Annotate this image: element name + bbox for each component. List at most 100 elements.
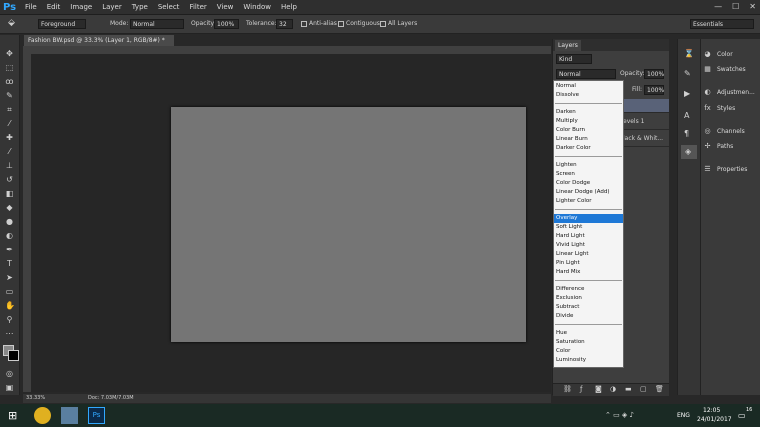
clock-time[interactable]: 12:05 bbox=[703, 407, 720, 414]
layers-icon[interactable]: ◈ bbox=[681, 145, 697, 159]
opacity-input[interactable]: 100% bbox=[214, 19, 239, 29]
maximize-button[interactable]: ☐ bbox=[732, 2, 739, 11]
menu-edit[interactable]: Edit bbox=[47, 3, 61, 11]
close-button[interactable]: ✕ bbox=[749, 2, 756, 11]
file-explorer-icon[interactable] bbox=[61, 407, 78, 424]
minimize-button[interactable]: — bbox=[714, 2, 722, 11]
path-selection-icon[interactable]: ➤ bbox=[5, 273, 14, 282]
paint-bucket-tool-icon[interactable]: ◆ bbox=[5, 203, 14, 212]
menu-select[interactable]: Select bbox=[158, 3, 180, 11]
blend-option-hard-light[interactable]: Hard Light bbox=[554, 232, 623, 241]
adjustment-layer-icon[interactable]: ◑ bbox=[610, 385, 616, 393]
antialias-checkbox[interactable] bbox=[301, 21, 307, 27]
blend-option-vivid-light[interactable]: Vivid Light bbox=[554, 241, 623, 250]
more-tools-icon[interactable]: ⋯ bbox=[5, 329, 14, 338]
tab-layers[interactable]: Layers bbox=[555, 40, 581, 51]
clone-stamp-icon[interactable]: ⊥ bbox=[5, 161, 14, 170]
language-indicator[interactable]: ENG bbox=[677, 412, 690, 419]
blend-option-divide[interactable]: Divide bbox=[554, 312, 623, 321]
eyedropper-tool-icon[interactable]: ⁄ bbox=[5, 119, 14, 128]
document-tab[interactable]: Fashion BW.psd @ 33.3% (Layer 1, RGB/8#)… bbox=[24, 35, 174, 46]
blend-option-pin-light[interactable]: Pin Light bbox=[554, 259, 623, 268]
fill-source-select[interactable]: Foreground bbox=[38, 19, 86, 29]
mode-select[interactable]: Normal bbox=[130, 19, 184, 29]
blend-option-color-burn[interactable]: Color Burn bbox=[554, 126, 623, 135]
menu-help[interactable]: Help bbox=[281, 3, 297, 11]
screen-mode-icon[interactable]: ▣ bbox=[5, 383, 14, 392]
blend-option-saturation[interactable]: Saturation bbox=[554, 338, 623, 347]
all-layers-checkbox[interactable] bbox=[380, 21, 386, 27]
chrome-icon[interactable] bbox=[34, 407, 51, 424]
blend-option-linear-dodge[interactable]: Linear Dodge (Add) bbox=[554, 188, 623, 197]
windows-start-icon[interactable]: ⊞ bbox=[8, 409, 17, 422]
tolerance-input[interactable]: 32 bbox=[276, 19, 293, 29]
blend-option-subtract[interactable]: Subtract bbox=[554, 303, 623, 312]
dock-item-channels[interactable]: ◎ Channels bbox=[703, 126, 759, 137]
workspace-select[interactable]: Essentials bbox=[690, 19, 754, 29]
blend-option-dissolve[interactable]: Dissolve bbox=[554, 91, 623, 100]
hand-tool-icon[interactable]: ✋ bbox=[5, 301, 15, 310]
dodge-tool-icon[interactable]: ◐ bbox=[5, 231, 14, 240]
pen-tool-icon[interactable]: ✒ bbox=[5, 245, 14, 254]
photoshop-taskbar-icon[interactable]: Ps bbox=[88, 407, 105, 424]
new-group-icon[interactable]: ▬ bbox=[625, 385, 632, 393]
menu-filter[interactable]: Filter bbox=[189, 3, 206, 11]
dock-item-swatches[interactable]: ▦ Swatches bbox=[703, 64, 759, 75]
marquee-tool-icon[interactable]: ⬚ bbox=[5, 63, 14, 72]
zoom-tool-icon[interactable]: ⚲ bbox=[5, 315, 14, 324]
fx-icon[interactable]: ƒ bbox=[580, 385, 582, 393]
character-icon[interactable]: A bbox=[684, 111, 689, 120]
blend-option-difference[interactable]: Difference bbox=[554, 285, 623, 294]
add-mask-icon[interactable]: ◙ bbox=[595, 385, 602, 393]
paint-bucket-icon[interactable]: ⬙ bbox=[8, 18, 15, 28]
system-tray-icons[interactable]: ⌃ ▭ ◈ ♪ bbox=[605, 411, 634, 419]
blend-option-lighten[interactable]: Lighten bbox=[554, 161, 623, 170]
blend-option-lighter-color[interactable]: Lighter Color bbox=[554, 197, 623, 206]
layer-opacity-input[interactable]: 100% bbox=[644, 69, 664, 79]
blend-option-multiply[interactable]: Multiply bbox=[554, 117, 623, 126]
blend-option-linear-light[interactable]: Linear Light bbox=[554, 250, 623, 259]
shape-tool-icon[interactable]: ▭ bbox=[5, 287, 14, 296]
blend-option-overlay[interactable]: Overlay bbox=[554, 214, 623, 223]
link-layers-icon[interactable]: ⛓ bbox=[563, 385, 572, 393]
blend-option-darker-color[interactable]: Darker Color bbox=[554, 144, 623, 153]
history-icon[interactable]: ⌛ bbox=[684, 49, 694, 58]
menu-file[interactable]: File bbox=[25, 3, 37, 11]
blend-mode-select[interactable]: Normal bbox=[556, 69, 616, 79]
menu-window[interactable]: Window bbox=[243, 3, 271, 11]
crop-tool-icon[interactable]: ⌗ bbox=[5, 105, 14, 114]
history-brush-icon[interactable]: ↺ bbox=[5, 175, 14, 184]
quick-select-tool-icon[interactable]: ✎ bbox=[5, 91, 14, 100]
brush-tool-icon[interactable]: ⁄ bbox=[5, 147, 14, 156]
blur-tool-icon[interactable]: ● bbox=[5, 217, 14, 226]
move-tool-icon[interactable]: ✥ bbox=[5, 49, 14, 58]
blend-option-color[interactable]: Color bbox=[554, 347, 623, 356]
dock-item-styles[interactable]: fx Styles bbox=[703, 103, 759, 114]
blend-option-hue[interactable]: Hue bbox=[554, 329, 623, 338]
blend-option-screen[interactable]: Screen bbox=[554, 170, 623, 179]
dock-item-paths[interactable]: ✢ Paths bbox=[703, 141, 759, 152]
new-layer-icon[interactable]: ▢ bbox=[640, 385, 647, 393]
type-tool-icon[interactable]: T bbox=[5, 259, 14, 268]
eraser-tool-icon[interactable]: ◧ bbox=[5, 189, 14, 198]
dock-item-properties[interactable]: ☰ Properties bbox=[703, 164, 759, 175]
lasso-tool-icon[interactable]: ꝏ bbox=[5, 77, 14, 86]
brush-presets-icon[interactable]: ✎ bbox=[684, 69, 691, 78]
dock-item-adjustments[interactable]: ◐ Adjustmen... bbox=[703, 87, 759, 98]
menu-layer[interactable]: Layer bbox=[102, 3, 122, 11]
paragraph-icon[interactable]: ¶ bbox=[684, 129, 689, 138]
zoom-level[interactable]: 33.33% bbox=[26, 394, 45, 403]
notification-icon[interactable]: ▭ bbox=[738, 411, 746, 420]
blend-option-exclusion[interactable]: Exclusion bbox=[554, 294, 623, 303]
menu-image[interactable]: Image bbox=[70, 3, 92, 11]
blend-option-normal[interactable]: Normal bbox=[554, 82, 623, 91]
menu-view[interactable]: View bbox=[217, 3, 234, 11]
actions-icon[interactable]: ▶ bbox=[684, 89, 690, 98]
document-canvas[interactable] bbox=[171, 107, 526, 342]
blend-option-color-dodge[interactable]: Color Dodge bbox=[554, 179, 623, 188]
blend-option-darken[interactable]: Darken bbox=[554, 108, 623, 117]
dock-item-color[interactable]: ◕ Color bbox=[703, 49, 759, 60]
fill-input[interactable]: 100% bbox=[644, 85, 664, 95]
blend-option-linear-burn[interactable]: Linear Burn bbox=[554, 135, 623, 144]
menu-type[interactable]: Type bbox=[132, 3, 148, 11]
